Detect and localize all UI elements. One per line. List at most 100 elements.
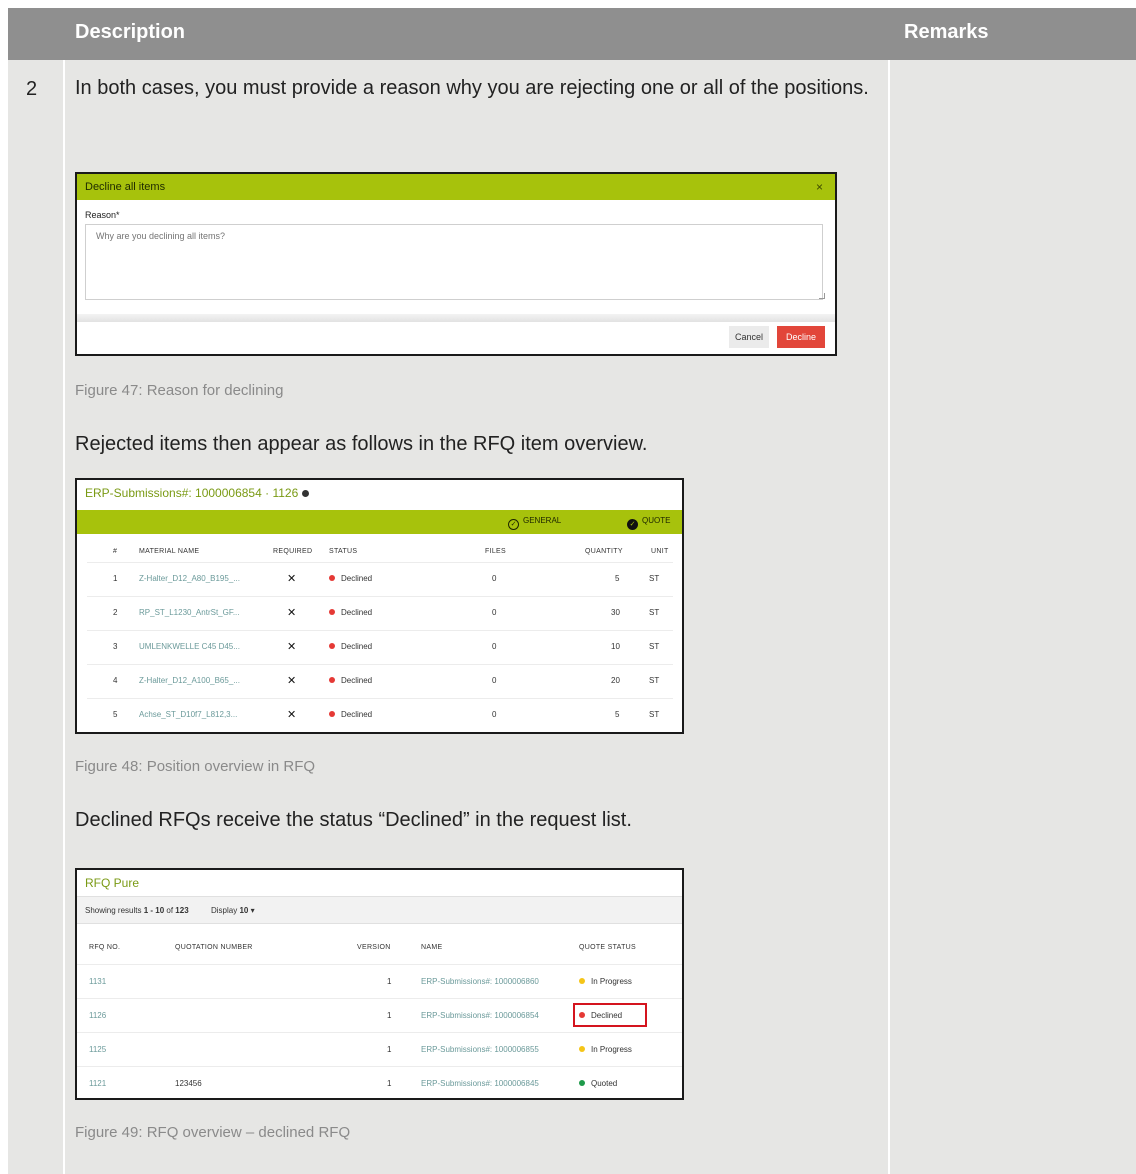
results-total: 123 <box>175 906 189 915</box>
status-dot-icon <box>579 978 585 984</box>
files-count: 0 <box>492 608 497 617</box>
highlight-box <box>573 1003 647 1027</box>
cross-icon: ✕ <box>287 607 297 619</box>
unit: ST <box>649 642 660 651</box>
reason-label: Reason* <box>85 210 120 220</box>
material-link[interactable]: Z-Halter_D12_A100_B65_... <box>139 676 240 685</box>
number-column <box>8 60 63 1174</box>
row-num: 4 <box>113 676 118 685</box>
quantity: 30 <box>611 608 620 617</box>
paragraph-declined-rfqs: Declined RFQs receive the status “Declin… <box>75 809 632 831</box>
rfq-item-overview: ERP-Submissions#: 1000006854 · 1126 ✓ GEN… <box>75 478 684 734</box>
material-link[interactable]: Achse_ST_D10f7_L812,3... <box>139 710 237 719</box>
dialog-title: Decline all items <box>85 181 166 193</box>
col-header-required: REQUIRED <box>273 548 313 555</box>
tab-quote[interactable]: ✓ QUOTE <box>627 516 670 530</box>
decline-dialog: Decline all items × Reason* Cancel Decli… <box>75 172 837 356</box>
resize-grip-icon[interactable] <box>819 293 825 299</box>
status-text: Declined <box>341 676 373 685</box>
rfq-number-link[interactable]: 1125 <box>89 1045 106 1054</box>
table-row[interactable]: 2 RP_ST_L1230_AntrSt_GF... ✕ Declined 0 … <box>87 596 673 630</box>
decline-button[interactable]: Decline <box>777 326 825 348</box>
table-row[interactable]: 1131 1 ERP-Submissions#: 1000006860 In P… <box>77 964 682 998</box>
table-row[interactable]: 1121 123456 1 ERP-Submissions#: 10000068… <box>77 1066 682 1098</box>
close-icon[interactable]: × <box>816 180 823 194</box>
cross-icon: ✕ <box>287 709 297 721</box>
col-header-files: FILES <box>485 548 506 555</box>
unit: ST <box>649 574 660 583</box>
quote-status: Quoted <box>579 1079 617 1088</box>
version: 1 <box>387 1045 392 1054</box>
material-link[interactable]: UMLENKWELLE C45 D45... <box>139 642 240 651</box>
gear-icon[interactable] <box>302 490 310 498</box>
cancel-button[interactable]: Cancel <box>729 326 769 348</box>
col-header-material: MATERIAL NAME <box>139 548 200 555</box>
col-header-quote-status: QUOTE STATUS <box>579 944 637 951</box>
quantity: 5 <box>615 574 620 583</box>
table-row[interactable]: 3 UMLENKWELLE C45 D45... ✕ Declined 0 10… <box>87 630 673 664</box>
paragraph-reason: In both cases, you must provide a reason… <box>75 77 869 99</box>
rfq-name-link[interactable]: ERP-Submissions#: 1000006860 <box>421 977 539 986</box>
cross-icon: ✕ <box>287 675 297 687</box>
status-dot-icon <box>579 1080 585 1086</box>
table-row[interactable]: 5 Achse_ST_D10f7_L812,3... ✕ Declined 0 … <box>87 698 673 732</box>
cross-icon: ✕ <box>287 641 297 653</box>
remarks-column <box>890 60 1136 1174</box>
status-text: Declined <box>341 710 373 719</box>
status-text: Declined <box>341 642 373 651</box>
col-header-version: VERSION <box>357 944 391 951</box>
material-link[interactable]: RP_ST_L1230_AntrSt_GF... <box>139 608 240 617</box>
results-prefix: Showing results <box>85 906 144 915</box>
version: 1 <box>387 1011 392 1020</box>
rfq-name-link[interactable]: ERP-Submissions#: 1000006854 <box>421 1011 539 1020</box>
reason-textarea[interactable] <box>85 224 823 300</box>
overview-tab-bar: ✓ GENERAL ✓ QUOTE <box>77 510 682 534</box>
status-text: Declined <box>341 608 373 617</box>
rfq-name-link[interactable]: ERP-Submissions#: 1000006845 <box>421 1079 539 1088</box>
dialog-divider <box>77 314 835 322</box>
col-header-unit: UNIT <box>651 548 669 555</box>
rfq-number-link[interactable]: 1131 <box>89 977 106 986</box>
rfq-number-link[interactable]: 1121 <box>89 1079 106 1088</box>
status-dot-icon <box>329 609 335 615</box>
rfq-name-link[interactable]: ERP-Submissions#: 1000006855 <box>421 1045 539 1054</box>
tab-general-label: GENERAL <box>523 516 562 525</box>
rfq-number-link[interactable]: 1126 <box>89 1011 106 1020</box>
rfq-list-title: RFQ Pure <box>85 876 140 890</box>
row-num: 5 <box>113 710 118 719</box>
version: 1 <box>387 977 392 986</box>
table-row[interactable]: 1 Z-Halter_D12_A80_B195_... ✕ Declined 0… <box>87 562 673 596</box>
cross-icon: ✕ <box>287 573 297 585</box>
quantity: 5 <box>615 710 620 719</box>
table-row[interactable]: 1126 1 ERP-Submissions#: 1000006854 Decl… <box>77 998 682 1032</box>
unit: ST <box>649 676 660 685</box>
status-dot-icon <box>329 575 335 581</box>
chevron-down-icon: ▾ <box>250 906 255 915</box>
row-num: 2 <box>113 608 118 617</box>
quote-status: In Progress <box>579 1045 632 1054</box>
overview-title-text: ERP-Submissions#: 1000006854 · 1126 <box>85 486 299 500</box>
figure-48-caption: Figure 48: Position overview in RFQ <box>75 758 316 775</box>
table-row[interactable]: 4 Z-Halter_D12_A100_B65_... ✕ Declined 0… <box>87 664 673 698</box>
status-dot-icon <box>329 711 335 717</box>
row-number: 2 <box>26 78 38 100</box>
files-count: 0 <box>492 574 497 583</box>
tab-general[interactable]: ✓ GENERAL <box>508 516 561 530</box>
header-remarks: Remarks <box>904 21 989 43</box>
files-count: 0 <box>492 676 497 685</box>
material-link[interactable]: Z-Halter_D12_A80_B195_... <box>139 574 240 583</box>
status-text: In Progress <box>591 1045 632 1054</box>
status-text: In Progress <box>591 977 632 986</box>
status-text: Quoted <box>591 1079 618 1088</box>
results-of: of <box>164 906 176 915</box>
version: 1 <box>387 1079 392 1088</box>
rfq-list: RFQ Pure Showing results 1 - 10 of 123 D… <box>75 868 684 1100</box>
overview-title: ERP-Submissions#: 1000006854 · 1126 <box>85 486 310 500</box>
display-select[interactable]: Display 10 ▾ <box>211 906 255 915</box>
files-count: 0 <box>492 642 497 651</box>
table-header: Description Remarks <box>8 8 1136 60</box>
status-dot-icon <box>329 677 335 683</box>
unit: ST <box>649 608 660 617</box>
status-badge: Declined <box>329 574 372 583</box>
table-row[interactable]: 1125 1 ERP-Submissions#: 1000006855 In P… <box>77 1032 682 1066</box>
